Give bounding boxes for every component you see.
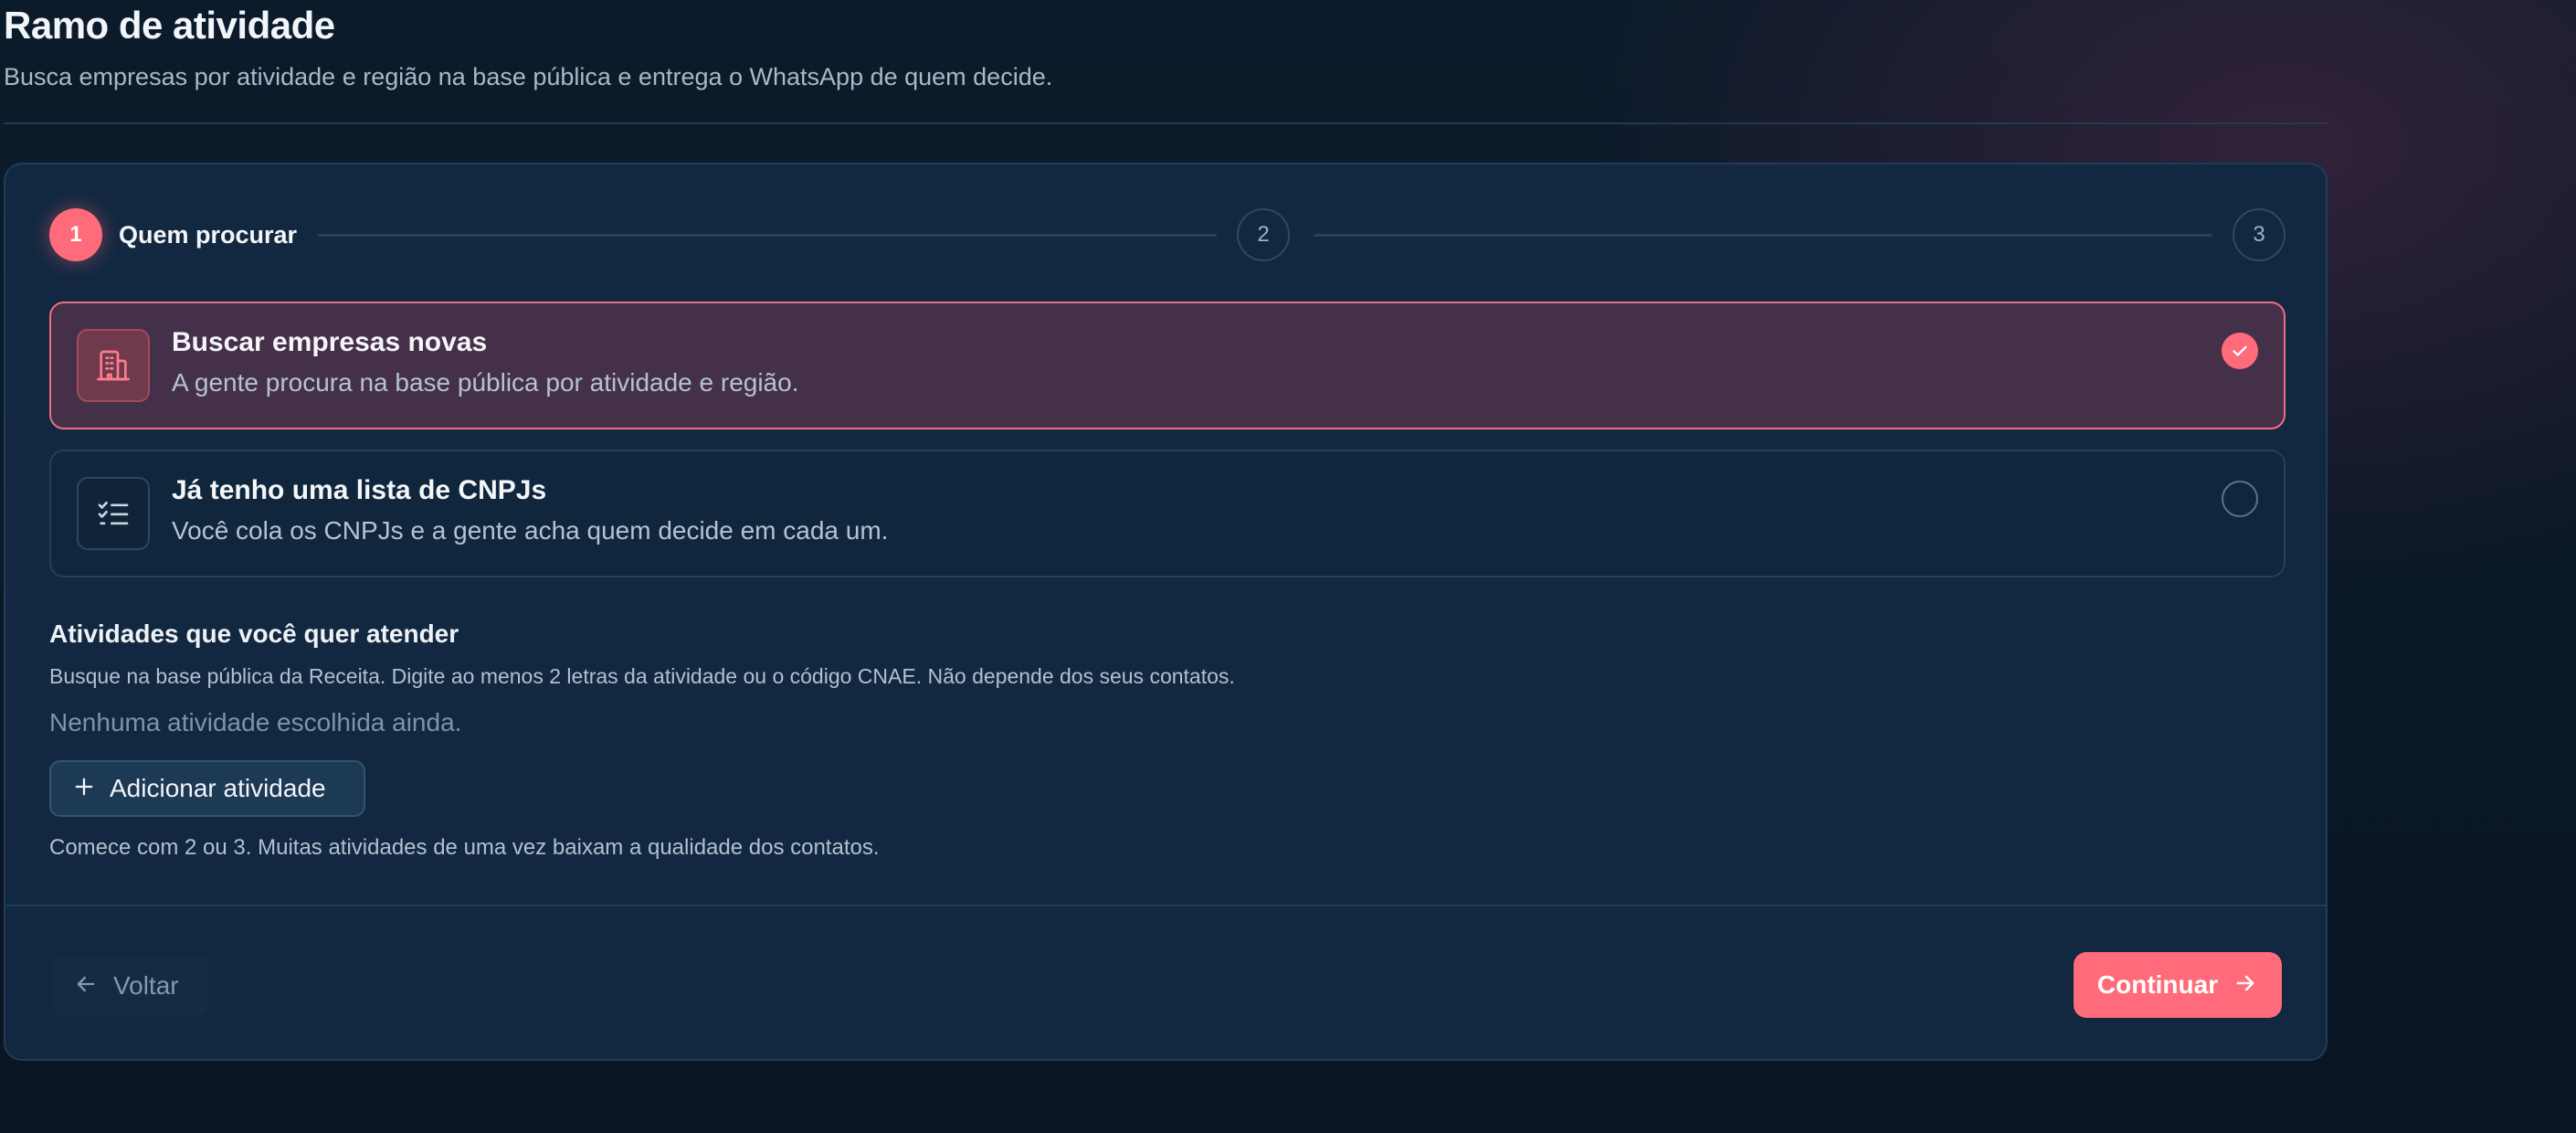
stepper: 1 Quem procurar 2 3	[49, 208, 2286, 263]
step-3-indicator[interactable]: 3	[2233, 208, 2286, 261]
activities-title: Atividades que você quer atender	[49, 619, 459, 648]
footer-divider	[5, 905, 2326, 906]
radio-checked-icon[interactable]	[2222, 333, 2258, 369]
checklist-icon	[77, 477, 150, 550]
stepper-connector	[1314, 234, 2212, 237]
page-subtitle: Busca empresas por atividade e região na…	[4, 63, 1053, 90]
option-lista-de-cnpjs[interactable]: Já tenho uma lista de CNPJs Você cola os…	[49, 450, 2286, 577]
option-buscar-empresas-novas[interactable]: Buscar empresas novas A gente procura na…	[49, 302, 2286, 429]
header-divider	[4, 122, 2328, 124]
arrow-right-icon	[2233, 970, 2258, 1001]
back-button[interactable]: Voltar	[53, 956, 208, 1016]
option-title: Já tenho uma lista de CNPJs	[172, 475, 547, 505]
building-icon	[77, 329, 150, 402]
radio-unchecked-icon[interactable]	[2222, 481, 2258, 517]
activities-empty-state: Nenhuma atividade escolhida ainda.	[49, 708, 462, 736]
option-description: A gente procura na base pública por ativ…	[172, 368, 799, 397]
arrow-left-icon	[73, 971, 99, 1001]
option-description: Você cola os CNPJs e a gente acha quem d…	[172, 516, 889, 545]
plus-icon	[71, 774, 97, 804]
step-2-indicator[interactable]: 2	[1237, 208, 1290, 261]
step-1-label: Quem procurar	[119, 221, 298, 249]
back-label: Voltar	[113, 971, 179, 1000]
continue-button[interactable]: Continuar	[2074, 952, 2282, 1018]
page-title: Ramo de atividade	[4, 4, 335, 47]
add-activity-label: Adicionar atividade	[110, 774, 326, 802]
option-title: Buscar empresas novas	[172, 327, 488, 357]
add-activity-button[interactable]: Adicionar atividade	[49, 760, 365, 817]
stepper-connector	[318, 234, 1217, 237]
activities-help-text: Busque na base pública da Receita. Digit…	[49, 664, 1235, 688]
continue-label: Continuar	[2096, 970, 2219, 999]
activities-tip: Comece com 2 ou 3. Muitas atividades de …	[49, 835, 880, 860]
wizard-card: 1 Quem procurar 2 3 Buscar empresas nova…	[4, 163, 2328, 1061]
step-1-indicator[interactable]: 1	[49, 208, 102, 261]
